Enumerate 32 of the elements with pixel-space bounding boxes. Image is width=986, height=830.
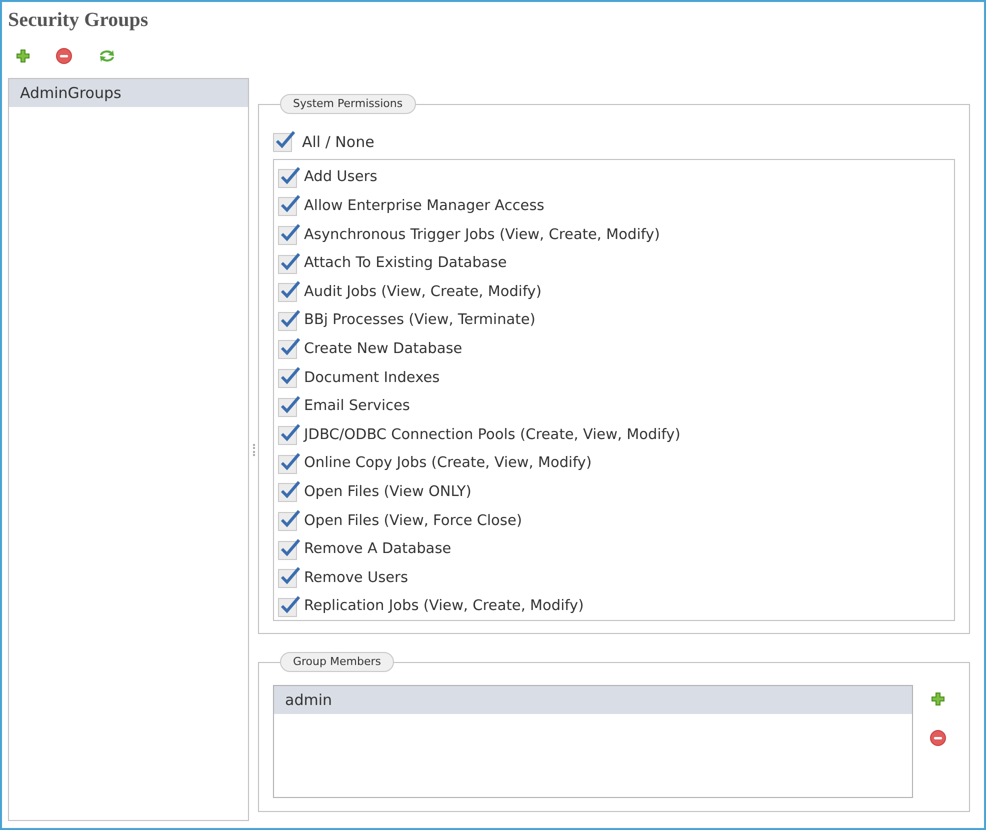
page-title: Security Groups [8,8,150,32]
refresh-icon [98,48,116,64]
remove-icon [930,730,946,746]
permission-label: Audit Jobs (View, Create, Modify) [304,282,542,302]
permission-label: Add Users [304,168,378,188]
section-legend: Group Members [280,652,394,672]
permission-label: Allow Enterprise Manager Access [304,197,544,216]
permission-label: Remove A Database [304,540,452,560]
permission-label: Open Files (View, Force Close) [304,512,522,531]
permission-label: Open Files (View ONLY) [304,482,472,502]
permission-label: Document Indexes [304,368,440,388]
remove-member-button[interactable] [929,729,947,747]
splitter-handle[interactable] [252,444,254,456]
permission-label: Attach To Existing Database [304,254,507,274]
add-button[interactable] [14,47,32,65]
remove-button[interactable] [54,46,74,66]
add-icon [16,49,30,63]
permission-label: Replication Jobs (View, Create, Modify) [304,597,584,616]
permission-label: Email Services [304,397,410,416]
add-member-button[interactable] [930,691,946,707]
group-item[interactable]: AdminGroups [9,79,248,107]
add-icon [931,692,945,706]
section-legend: System Permissions [280,94,416,114]
remove-icon [56,48,72,64]
checkbox-label: All / None [302,132,374,153]
permission-label: Asynchronous Trigger Jobs (View, Create, Modify) [304,226,660,245]
permission-label: Create New Database [304,340,462,359]
permission-label: Remove Users [304,568,408,588]
permission-label: Online Copy Jobs (Create, View, Modify) [304,454,592,474]
permission-label: BBj Processes (View, Terminate) [304,311,536,330]
member-item[interactable]: admin [274,686,912,714]
permission-label: JDBC/ODBC Connection Pools (Create, View, Modify) [304,426,680,445]
